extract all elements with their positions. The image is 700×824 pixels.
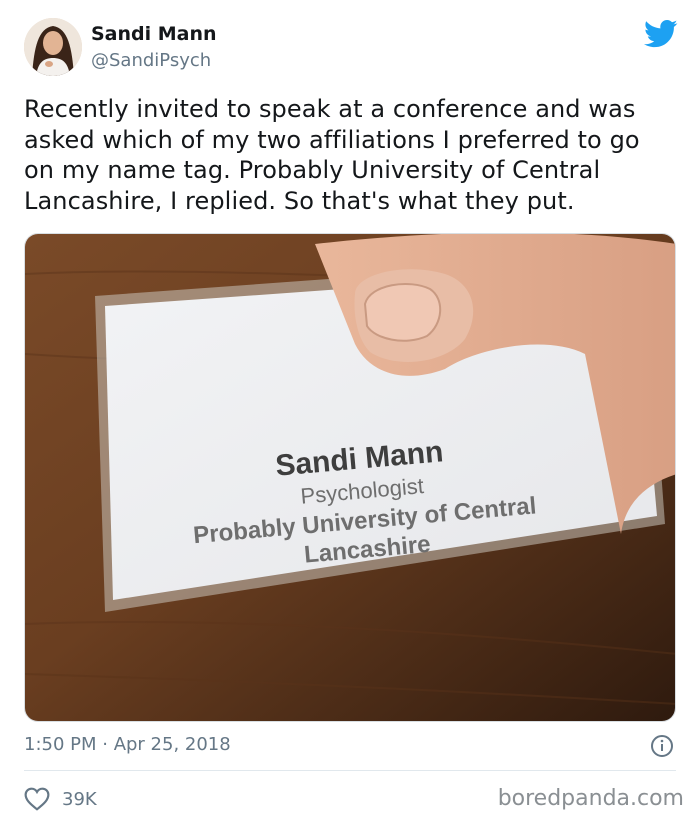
tweet-card: Sandi Mann @SandiPsych Recently invited … <box>0 0 700 824</box>
tweet-photo[interactable]: Sandi Mann Psychologist Probably Univers… <box>24 233 676 722</box>
tweet-timestamp[interactable]: 1:50 PM · Apr 25, 2018 <box>24 734 231 755</box>
tweet-text-line: on my name tag. Probably University of C… <box>24 156 601 184</box>
twitter-bird-icon[interactable] <box>644 19 678 49</box>
info-icon[interactable] <box>650 734 674 758</box>
tweet-text-line: Lancashire, I replied. So that's what th… <box>24 186 575 215</box>
watermark: boredpanda.com <box>497 786 684 811</box>
avatar[interactable] <box>24 18 82 76</box>
divider <box>24 770 676 771</box>
tweet-text-line: asked which of my two affiliations I pre… <box>24 125 640 154</box>
heart-icon <box>24 787 50 811</box>
author-name[interactable]: Sandi Mann <box>91 23 217 45</box>
tweet-text: Recently invited to speak at a conferenc… <box>24 94 684 216</box>
like-count: 39K <box>62 788 97 810</box>
like-button[interactable]: 39K <box>24 786 97 812</box>
tweet-text-line: Recently invited to speak at a conferenc… <box>24 95 636 123</box>
author-handle[interactable]: @SandiPsych <box>91 50 211 71</box>
